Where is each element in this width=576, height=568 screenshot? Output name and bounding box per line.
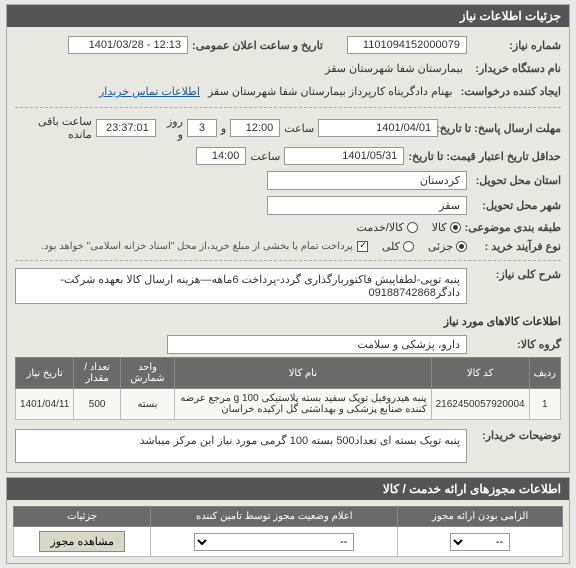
deadline-remain: 23:37:01 bbox=[96, 119, 156, 137]
time-label-1: ساعت bbox=[284, 122, 314, 135]
permits-title: اطلاعات مجوزهای ارائه خدمت / کالا bbox=[7, 478, 569, 500]
need-details-panel: جزئیات اطلاعات نیاز شماره نیاز: 11010941… bbox=[6, 4, 570, 473]
radio-partial-label: جزئی bbox=[428, 240, 453, 253]
th-date: تاریخ نیاز bbox=[16, 358, 74, 389]
radio-khadmat[interactable]: کالا/خدمت bbox=[357, 221, 418, 234]
buyer-value: بیمارستان شفا شهرستان سقز bbox=[321, 60, 467, 77]
category-label: طبقه بندی موضوعی: bbox=[465, 221, 561, 234]
th-name: نام کالا bbox=[175, 358, 432, 389]
radio-total[interactable]: کلی bbox=[382, 240, 414, 253]
cell-status: -- bbox=[151, 527, 398, 557]
cell-details: مشاهده مجوز bbox=[14, 527, 151, 557]
contact-buyer-link[interactable]: اطلاعات تماس خریدار bbox=[99, 85, 200, 98]
deadline-label: مهلت ارسال پاسخ: تا تاریخ: bbox=[442, 122, 561, 135]
th-mandatory: الزامی بودن ارائه مجوز bbox=[398, 507, 563, 527]
day-label: روز و bbox=[160, 115, 183, 141]
permits-row: -- -- مشاهده مجوز bbox=[14, 527, 563, 557]
city-value: سقز bbox=[267, 196, 467, 215]
buyer-notes-value: پنبه توپک بسته ای تعداد500 بسته 100 گرمی… bbox=[15, 429, 467, 463]
th-unit: واحد شمارش bbox=[120, 358, 174, 389]
remain-label: ساعت باقی مانده bbox=[15, 115, 92, 141]
items-section-title: اطلاعات کالاهای مورد نیاز bbox=[15, 315, 561, 328]
permits-header-row: الزامی بودن ارائه مجوز اعلام وضعیت مجوز … bbox=[14, 507, 563, 527]
time-label-2: ساعت bbox=[250, 150, 280, 163]
radio-kala-label: کالا bbox=[432, 221, 447, 234]
table-header-row: ردیف کد کالا نام کالا واحد شمارش تعداد /… bbox=[16, 358, 561, 389]
cell-unit: بسته bbox=[120, 389, 174, 420]
permits-panel: اطلاعات مجوزهای ارائه خدمت / کالا الزامی… bbox=[6, 477, 570, 564]
th-qty: تعداد / مقدار bbox=[74, 358, 121, 389]
creator-label: ایجاد کننده درخواست: bbox=[461, 85, 561, 98]
process-radio-group: جزئی کلی bbox=[382, 240, 467, 253]
category-radio-group: کالا کالا/خدمت bbox=[357, 221, 461, 234]
province-label: استان محل تحویل: bbox=[471, 174, 561, 187]
radio-icon bbox=[403, 241, 414, 252]
public-announce-label: تاریخ و ساعت اعلان عمومی: bbox=[192, 39, 323, 52]
group-label: گروه کالا: bbox=[471, 338, 561, 351]
group-value: دارو، پزشکی و سلامت bbox=[167, 335, 467, 354]
radio-icon bbox=[407, 222, 418, 233]
buyer-label: نام دستگاه خریدار: bbox=[471, 62, 561, 75]
need-no-value: 1101094152000079 bbox=[347, 36, 467, 54]
public-announce-value: 12:13 - 1401/03/28 bbox=[68, 36, 188, 54]
view-permit-button[interactable]: مشاهده مجوز bbox=[39, 531, 124, 552]
table-row: 1 2162450057920004 پنبه هیدروفیل توپک سف… bbox=[16, 389, 561, 420]
form-body: شماره نیاز: 1101094152000079 تاریخ و ساع… bbox=[7, 27, 569, 472]
radio-kala[interactable]: کالا bbox=[432, 221, 461, 234]
cell-date: 1401/04/11 bbox=[16, 389, 74, 420]
desc-label: شرح کلی نیاز: bbox=[471, 268, 561, 281]
th-details: جزئیات bbox=[14, 507, 151, 527]
panel-title: جزئیات اطلاعات نیاز bbox=[7, 5, 569, 27]
th-code: کد کالا bbox=[431, 358, 529, 389]
status-select[interactable]: -- bbox=[194, 533, 354, 551]
need-no-label: شماره نیاز: bbox=[471, 39, 561, 52]
treasury-checkbox[interactable] bbox=[357, 241, 368, 252]
radio-total-label: کلی bbox=[382, 240, 400, 253]
radio-icon bbox=[450, 222, 461, 233]
province-value: کردستان bbox=[267, 171, 467, 190]
desc-value: پنبه توپی-لطفاپیش فاکتوربارگذاری گردد-پر… bbox=[15, 268, 467, 304]
and-label: و bbox=[221, 122, 226, 135]
radio-khadmat-label: کالا/خدمت bbox=[357, 221, 404, 234]
mandatory-select[interactable]: -- bbox=[450, 533, 510, 551]
permits-table: الزامی بودن ارائه مجوز اعلام وضعیت مجوز … bbox=[13, 506, 563, 557]
process-note: پرداخت تمام یا بخشی از مبلغ خرید،از محل … bbox=[41, 241, 353, 252]
buyer-notes-label: توضیحات خریدار: bbox=[471, 429, 561, 442]
deadline-days: 3 bbox=[187, 119, 217, 137]
th-idx: ردیف bbox=[529, 358, 560, 389]
creator-value: بهنام دادگریناه کارپرداز بیمارستان شفا ش… bbox=[204, 83, 457, 100]
deadline-date: 1401/04/01 bbox=[318, 119, 438, 137]
min-valid-label: حداقل تاریخ اعتبار قیمت: تا تاریخ: bbox=[408, 150, 561, 163]
min-valid-time: 14:00 bbox=[196, 147, 246, 165]
min-valid-date: 1401/05/31 bbox=[284, 147, 404, 165]
th-status: اعلام وضعیت مجوز توسط تامین کننده bbox=[151, 507, 398, 527]
city-label: شهر محل تحویل: bbox=[471, 199, 561, 212]
items-table: ردیف کد کالا نام کالا واحد شمارش تعداد /… bbox=[15, 357, 561, 420]
deadline-time: 12:00 bbox=[230, 119, 280, 137]
cell-code: 2162450057920004 bbox=[431, 389, 529, 420]
cell-qty: 500 bbox=[74, 389, 121, 420]
radio-icon bbox=[456, 241, 467, 252]
cell-idx: 1 bbox=[529, 389, 560, 420]
process-label: نوع فرآیند خرید : bbox=[471, 240, 561, 253]
cell-name: پنبه هیدروفیل توپک سفید بسته پلاستیکی 10… bbox=[175, 389, 432, 420]
cell-mandatory: -- bbox=[398, 527, 563, 557]
radio-partial[interactable]: جزئی bbox=[428, 240, 467, 253]
